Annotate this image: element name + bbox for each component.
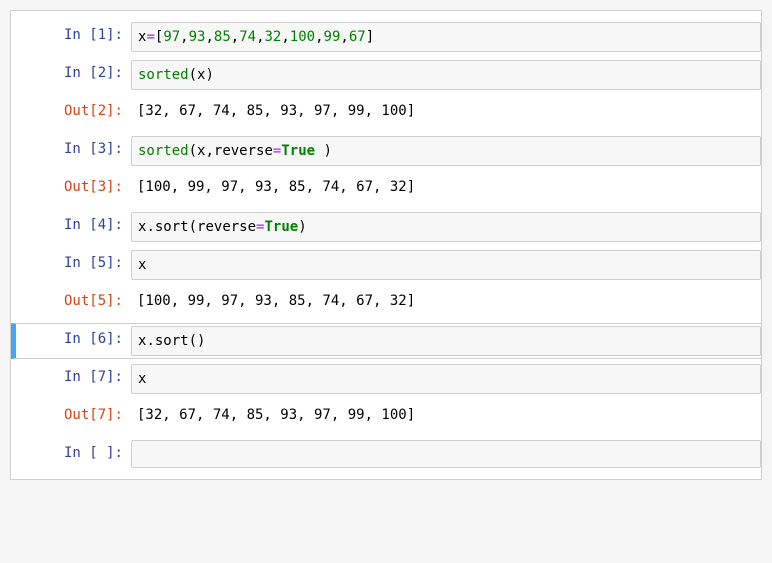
code-cell: In [6]:x.sort(): [11, 323, 761, 359]
code-token: sort: [155, 219, 189, 235]
code-cell: In [ ]:: [11, 437, 761, 471]
code-token: ,: [180, 29, 188, 45]
code-token: ): [298, 219, 306, 235]
code-token: ): [205, 67, 213, 83]
out-prompt: Out[2]:: [16, 98, 131, 124]
code-token: reverse: [197, 219, 256, 235]
code-input[interactable]: x: [131, 250, 761, 280]
code-token: ,: [256, 29, 264, 45]
code-token: sort: [155, 333, 189, 349]
code-input[interactable]: x.sort(): [131, 326, 761, 356]
out-prompt: Out[5]:: [16, 288, 131, 314]
output-text: [32, 67, 74, 85, 93, 97, 99, 100]: [131, 402, 761, 428]
code-token: True: [281, 143, 315, 159]
code-token: x: [138, 371, 146, 387]
code-token: (: [189, 219, 197, 235]
in-prompt: In [1]:: [16, 22, 131, 48]
code-token: ): [324, 143, 332, 159]
code-cell: In [3]:sorted(x,reverse=True ): [11, 133, 761, 169]
jupyter-notebook: In [1]:x=[97,93,85,74,32,100,99,67]In [2…: [10, 10, 762, 480]
code-token: ,: [205, 143, 213, 159]
in-prompt: In [ ]:: [16, 440, 131, 466]
code-token: 93: [189, 29, 206, 45]
code-token: sorted: [138, 143, 189, 159]
code-token: (: [189, 67, 197, 83]
in-prompt: In [6]:: [16, 326, 131, 352]
in-prompt: In [2]:: [16, 60, 131, 86]
code-token: .: [146, 219, 154, 235]
code-input[interactable]: sorted(x): [131, 60, 761, 90]
code-token: 99: [324, 29, 341, 45]
code-cell: In [2]:sorted(x): [11, 57, 761, 93]
code-cell: In [4]:x.sort(reverse=True): [11, 209, 761, 245]
output-cell: Out[3]:[100, 99, 97, 93, 85, 74, 67, 32]: [11, 171, 761, 203]
code-input[interactable]: x=[97,93,85,74,32,100,99,67]: [131, 22, 761, 52]
out-prompt: Out[7]:: [16, 402, 131, 428]
code-token: (: [189, 143, 197, 159]
code-token: 100: [290, 29, 315, 45]
output-cell: Out[7]:[32, 67, 74, 85, 93, 97, 99, 100]: [11, 399, 761, 431]
code-token: ,: [281, 29, 289, 45]
output-text: [100, 99, 97, 93, 85, 74, 67, 32]: [131, 288, 761, 314]
code-cell: In [1]:x=[97,93,85,74,32,100,99,67]: [11, 19, 761, 55]
code-token: 97: [163, 29, 180, 45]
code-token: .: [146, 333, 154, 349]
in-prompt: In [4]:: [16, 212, 131, 238]
code-token: 74: [239, 29, 256, 45]
code-cell: In [7]: x: [11, 361, 761, 397]
code-token: ,: [231, 29, 239, 45]
code-token: 67: [349, 29, 366, 45]
code-token: sorted: [138, 67, 189, 83]
code-token: 85: [214, 29, 231, 45]
code-input[interactable]: x: [131, 364, 761, 394]
output-text: [100, 99, 97, 93, 85, 74, 67, 32]: [131, 174, 761, 200]
output-cell: Out[5]:[100, 99, 97, 93, 85, 74, 67, 32]: [11, 285, 761, 317]
code-input[interactable]: sorted(x,reverse=True ): [131, 136, 761, 166]
code-token: True: [264, 219, 298, 235]
in-prompt: In [7]:: [16, 364, 131, 390]
code-token: ): [197, 333, 205, 349]
code-token: reverse: [214, 143, 273, 159]
output-text: [32, 67, 74, 85, 93, 97, 99, 100]: [131, 98, 761, 124]
code-cell: In [5]: x: [11, 247, 761, 283]
code-token: 32: [265, 29, 282, 45]
out-prompt: Out[3]:: [16, 174, 131, 200]
code-token: x: [138, 257, 146, 273]
code-token: [315, 143, 323, 159]
in-prompt: In [3]:: [16, 136, 131, 162]
code-input[interactable]: [131, 440, 761, 468]
in-prompt: In [5]:: [16, 250, 131, 276]
code-token: (: [189, 333, 197, 349]
code-token: ]: [366, 29, 374, 45]
output-cell: Out[2]:[32, 67, 74, 85, 93, 97, 99, 100]: [11, 95, 761, 127]
code-token: ,: [205, 29, 213, 45]
code-token: ,: [315, 29, 323, 45]
code-token: ,: [340, 29, 348, 45]
code-input[interactable]: x.sort(reverse=True): [131, 212, 761, 242]
code-token: =: [146, 29, 154, 45]
